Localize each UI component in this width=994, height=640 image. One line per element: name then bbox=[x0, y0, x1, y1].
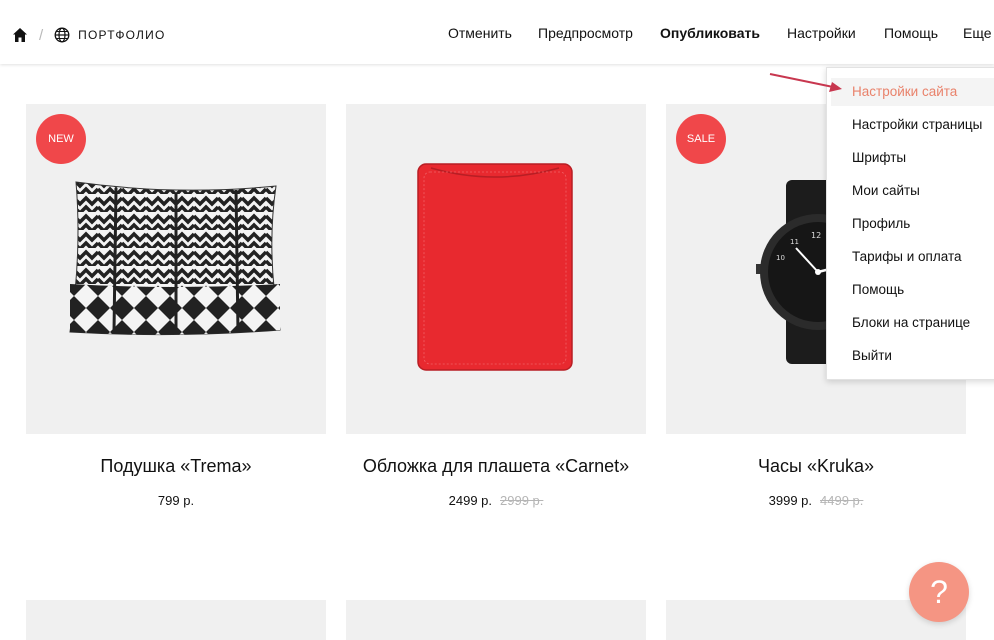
settings-dropdown-menu: Настройки сайта Настройки страницы Шрифт… bbox=[826, 67, 994, 380]
product-image-tablet-cover[interactable] bbox=[346, 104, 646, 434]
globe-icon bbox=[54, 27, 70, 43]
new-badge: NEW bbox=[36, 114, 86, 164]
product-image-pillow[interactable]: NEW bbox=[26, 104, 326, 434]
menu-item-plans[interactable]: Тарифы и оплата bbox=[831, 243, 994, 271]
tablet-cover-image bbox=[417, 163, 573, 371]
preview-button[interactable]: Предпросмотр bbox=[538, 25, 633, 41]
price-old: 2999 р. bbox=[500, 493, 544, 508]
home-icon[interactable] bbox=[12, 27, 28, 43]
svg-text:10: 10 bbox=[776, 254, 785, 262]
breadcrumb: / ПОРТФОЛИО bbox=[12, 24, 165, 46]
product-title[interactable]: Часы «Kruka» bbox=[666, 456, 966, 477]
sale-badge: SALE bbox=[676, 114, 726, 164]
menu-item-fonts[interactable]: Шрифты bbox=[831, 144, 994, 172]
product-price: 3999 р. 4499 р. bbox=[666, 493, 966, 508]
menu-item-my-sites[interactable]: Мои сайты bbox=[831, 177, 994, 205]
settings-button[interactable]: Настройки bbox=[787, 25, 856, 41]
menu-item-help[interactable]: Помощь bbox=[831, 276, 994, 304]
menu-item-logout[interactable]: Выйти bbox=[831, 342, 994, 370]
project-name-link[interactable]: ПОРТФОЛИО bbox=[78, 28, 165, 42]
product-price: 2499 р. 2999 р. bbox=[346, 493, 646, 508]
more-button[interactable]: Еще bbox=[963, 25, 992, 41]
help-fab-button[interactable]: ? bbox=[909, 562, 969, 622]
product-image-partial[interactable] bbox=[26, 600, 326, 640]
product-price: 799 р. bbox=[26, 493, 326, 508]
price-current: 3999 р. bbox=[768, 493, 812, 508]
menu-item-page-settings[interactable]: Настройки страницы bbox=[831, 111, 994, 139]
svg-text:11: 11 bbox=[790, 238, 799, 246]
menu-item-site-settings[interactable]: Настройки сайта bbox=[831, 78, 994, 106]
product-image-partial[interactable] bbox=[346, 600, 646, 640]
publish-button[interactable]: Опубликовать bbox=[660, 25, 760, 41]
help-button[interactable]: Помощь bbox=[884, 25, 938, 41]
breadcrumb-separator: / bbox=[39, 26, 44, 44]
product-title[interactable]: Подушка «Trema» bbox=[26, 456, 326, 477]
price-current: 2499 р. bbox=[448, 493, 492, 508]
top-toolbar: ​ / ПОРТФОЛИО Отменить Предпросмотр Опуб… bbox=[0, 0, 994, 64]
price-current: 799 р. bbox=[157, 493, 195, 508]
product-title[interactable]: Обложка для плашета «Carnet» bbox=[346, 456, 646, 477]
menu-item-page-blocks[interactable]: Блоки на странице bbox=[831, 309, 994, 337]
svg-text:12: 12 bbox=[811, 231, 821, 240]
price-old: 4499 р. bbox=[820, 493, 864, 508]
undo-button[interactable]: Отменить bbox=[448, 25, 512, 41]
menu-item-profile[interactable]: Профиль bbox=[831, 210, 994, 238]
annotation-arrow-icon bbox=[769, 73, 842, 92]
